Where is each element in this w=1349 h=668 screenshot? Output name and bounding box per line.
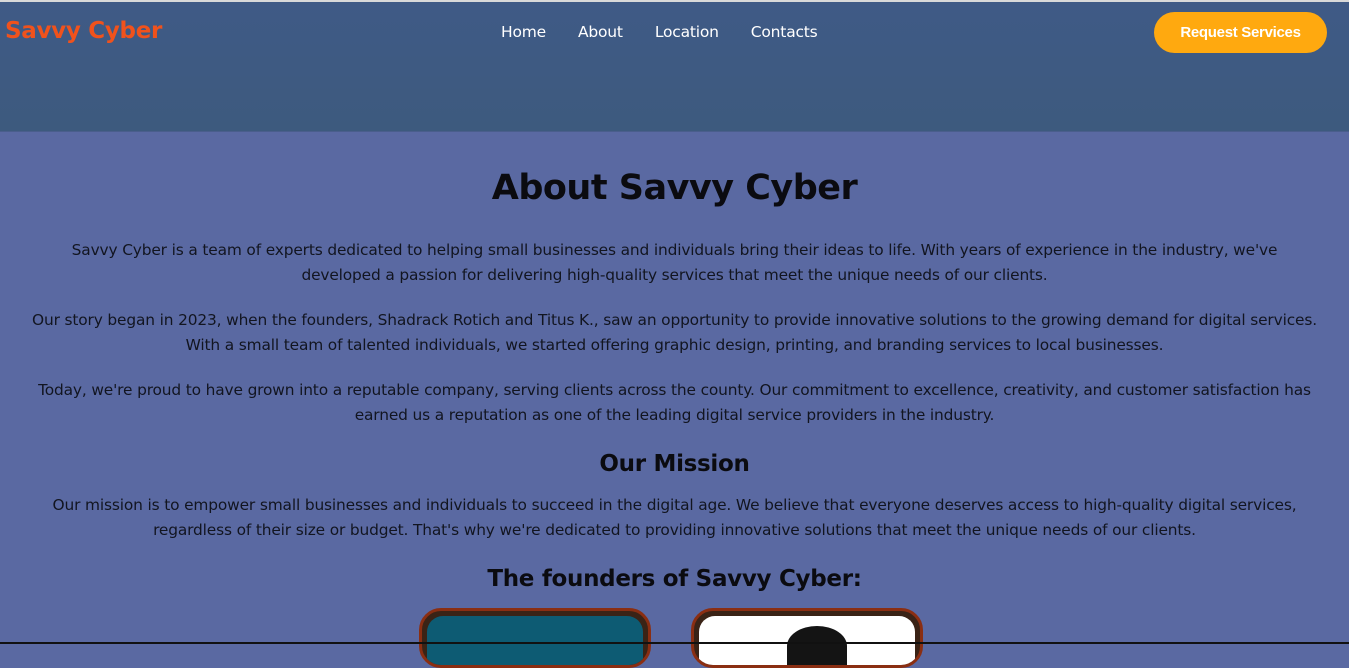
nav-home-link[interactable]: Home bbox=[501, 23, 546, 41]
request-services-button[interactable]: Request Services bbox=[1154, 12, 1327, 53]
about-paragraph-2: Our story began in 2023, when the founde… bbox=[32, 311, 1317, 354]
founder-photo-card bbox=[419, 608, 651, 668]
mission-heading: Our Mission bbox=[599, 451, 750, 477]
site-header: Savvy Cyber Home About Location Contacts… bbox=[0, 2, 1349, 132]
founder-photo bbox=[699, 616, 915, 665]
site-logo[interactable]: Savvy Cyber bbox=[5, 18, 162, 44]
founder-portrait-head bbox=[787, 626, 847, 665]
founder-photo-card bbox=[691, 608, 923, 668]
about-paragraph-3: Today, we're proud to have grown into a … bbox=[38, 381, 1311, 424]
founder-photo bbox=[427, 616, 643, 665]
mission-paragraph: Our mission is to empower small business… bbox=[52, 496, 1297, 539]
about-paragraph-1: Savvy Cyber is a team of experts dedicat… bbox=[71, 241, 1278, 284]
founders-heading: The founders of Savvy Cyber: bbox=[487, 566, 862, 592]
nav-about-link[interactable]: About bbox=[578, 23, 623, 41]
nav-location-link[interactable]: Location bbox=[655, 23, 719, 41]
nav-contacts-link[interactable]: Contacts bbox=[751, 23, 818, 41]
main-nav: Home About Location Contacts bbox=[501, 23, 850, 41]
page-title: About Savvy Cyber bbox=[491, 168, 858, 208]
about-section: About Savvy Cyber Savvy Cyber is a team … bbox=[0, 132, 1349, 668]
